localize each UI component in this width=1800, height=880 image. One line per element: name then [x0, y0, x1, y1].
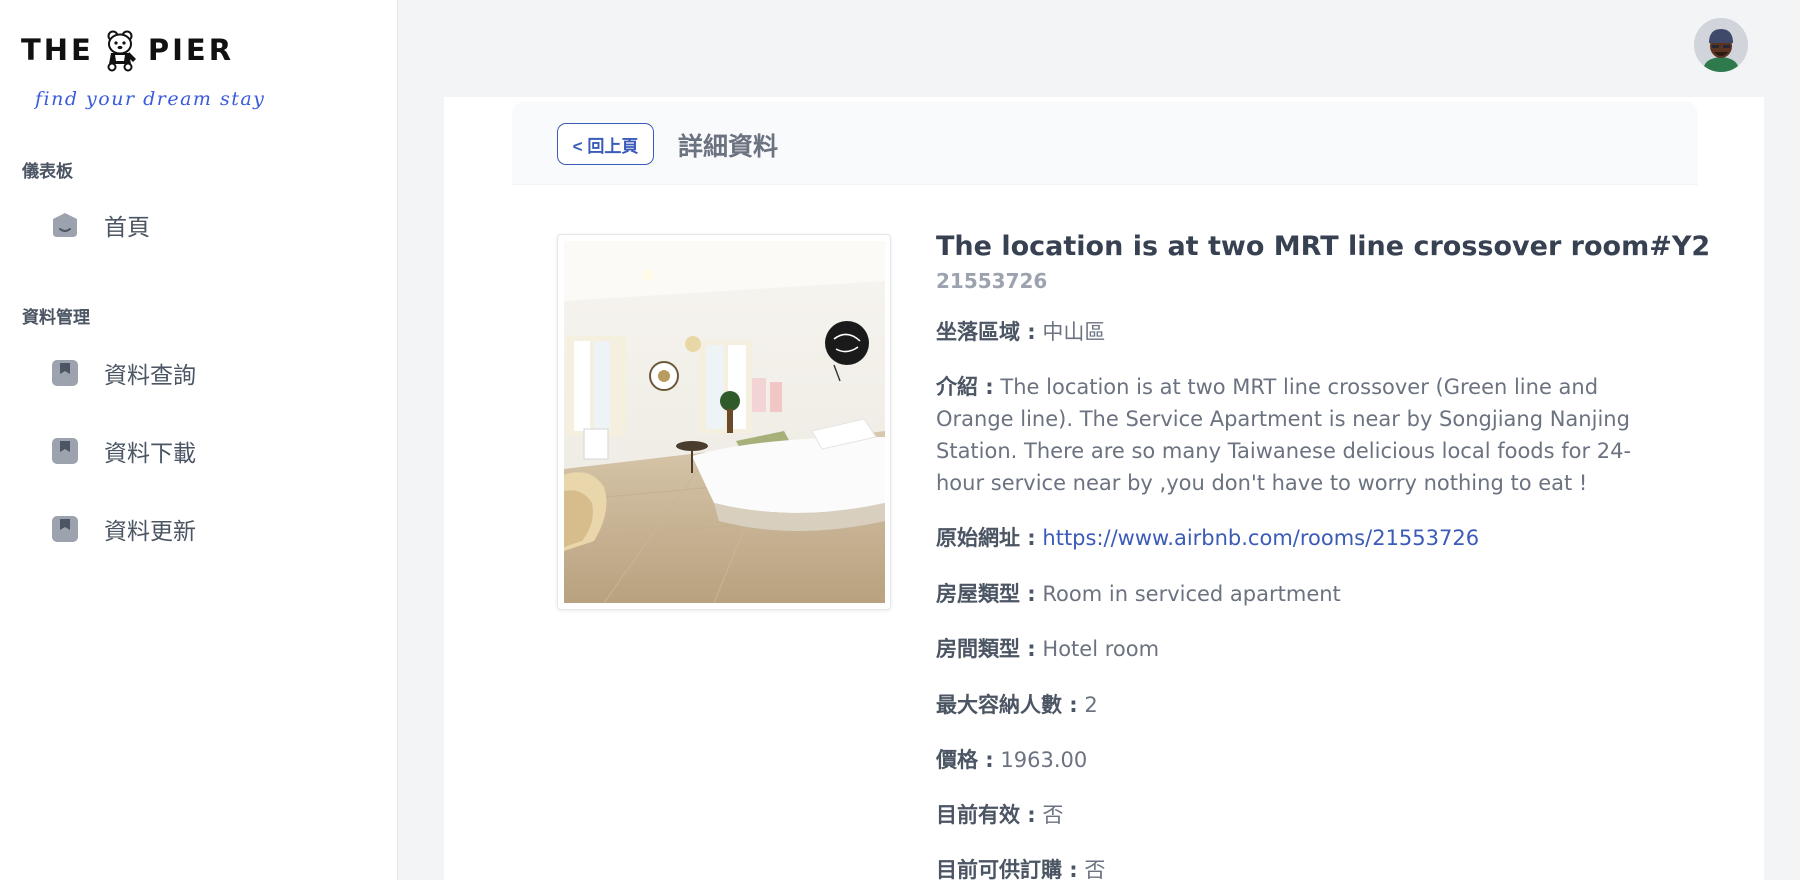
sidebar-item-data-query[interactable]: 資料查詢: [52, 353, 196, 393]
field-property-type: 房屋類型 : Room in serviced apartment: [936, 578, 1656, 610]
field-district: 坐落區域 : 中山區: [936, 316, 1656, 348]
sidebar-item-label: 資料查詢: [104, 363, 196, 389]
sidebar-item-home[interactable]: 首頁: [52, 205, 150, 245]
field-room-type: 房間類型 : Hotel room: [936, 633, 1656, 665]
detail-card: < 回上頁 詳細資料 The location is at two MRT li…: [512, 101, 1711, 880]
field-value: 1963.00: [1000, 748, 1088, 772]
brand-logo[interactable]: THE PIER: [21, 28, 234, 72]
field-value: 否: [1084, 858, 1106, 880]
back-button[interactable]: < 回上頁: [557, 123, 654, 165]
field-label: 目前可供訂購 :: [936, 858, 1078, 880]
field-source-url: 原始網址 : https://www.airbnb.com/rooms/2155…: [936, 522, 1656, 554]
listing-id: 21553726: [936, 269, 1048, 293]
field-value: 否: [1042, 803, 1064, 827]
field-label: 房屋類型 :: [936, 582, 1036, 606]
field-value: The location is at two MRT line crossove…: [936, 375, 1632, 495]
field-label: 房間類型 :: [936, 637, 1036, 661]
page-title: 詳細資料: [678, 132, 779, 161]
brand-tagline: find your dream stay: [35, 88, 266, 110]
field-label: 坐落區域 :: [936, 320, 1036, 344]
bookmark-icon: [52, 360, 78, 386]
bookmark-icon: [52, 516, 78, 542]
logo-text-left: THE: [21, 33, 94, 67]
field-label: 原始網址 :: [936, 526, 1036, 550]
field-label: 目前有效 :: [936, 803, 1036, 827]
field-label: 最大容納人數 :: [936, 693, 1078, 717]
card-header: < 回上頁 詳細資料: [512, 101, 1698, 185]
field-active: 目前有效 : 否: [936, 799, 1656, 831]
sidebar-item-data-download[interactable]: 資料下載: [52, 431, 196, 471]
sidebar-item-label: 資料更新: [104, 519, 196, 545]
sidebar-item-data-update[interactable]: 資料更新: [52, 509, 196, 549]
field-label: 價格 :: [936, 748, 994, 772]
field-price: 價格 : 1963.00: [936, 744, 1656, 776]
bear-mascot-icon: [107, 30, 136, 72]
sidebar-item-label: 首頁: [104, 215, 150, 241]
listing-title: The location is at two MRT line crossove…: [936, 231, 1711, 262]
bookmark-icon: [52, 438, 78, 464]
home-icon: [52, 212, 78, 238]
field-value: Room in serviced apartment: [1042, 582, 1341, 606]
field-value: 中山區: [1042, 320, 1106, 344]
main-panel: < 回上頁 詳細資料 The location is at two MRT li…: [444, 97, 1764, 880]
logo-text-right: PIER: [147, 33, 235, 67]
field-description: 介紹 : The location is at two MRT line cro…: [936, 371, 1656, 499]
user-avatar-icon[interactable]: [1694, 18, 1748, 72]
field-bookable: 目前可供訂購 : 否: [936, 854, 1656, 880]
field-max-guests: 最大容納人數 : 2: [936, 689, 1656, 721]
sidebar: THE PIER find your dream stay 儀表板 首頁 資料管…: [0, 0, 398, 880]
field-value: 2: [1084, 693, 1098, 717]
field-label: 介紹 :: [936, 375, 994, 399]
listing-photo-frame: [557, 234, 891, 610]
listing-photo[interactable]: [564, 241, 885, 603]
sidebar-item-label: 資料下載: [104, 441, 196, 467]
section-title-data-management: 資料管理: [22, 308, 90, 328]
field-value: Hotel room: [1042, 637, 1160, 661]
listing-details: The location is at two MRT line crossove…: [936, 229, 1711, 880]
source-url-link[interactable]: https://www.airbnb.com/rooms/21553726: [1042, 526, 1479, 550]
section-title-dashboard: 儀表板: [22, 162, 73, 182]
